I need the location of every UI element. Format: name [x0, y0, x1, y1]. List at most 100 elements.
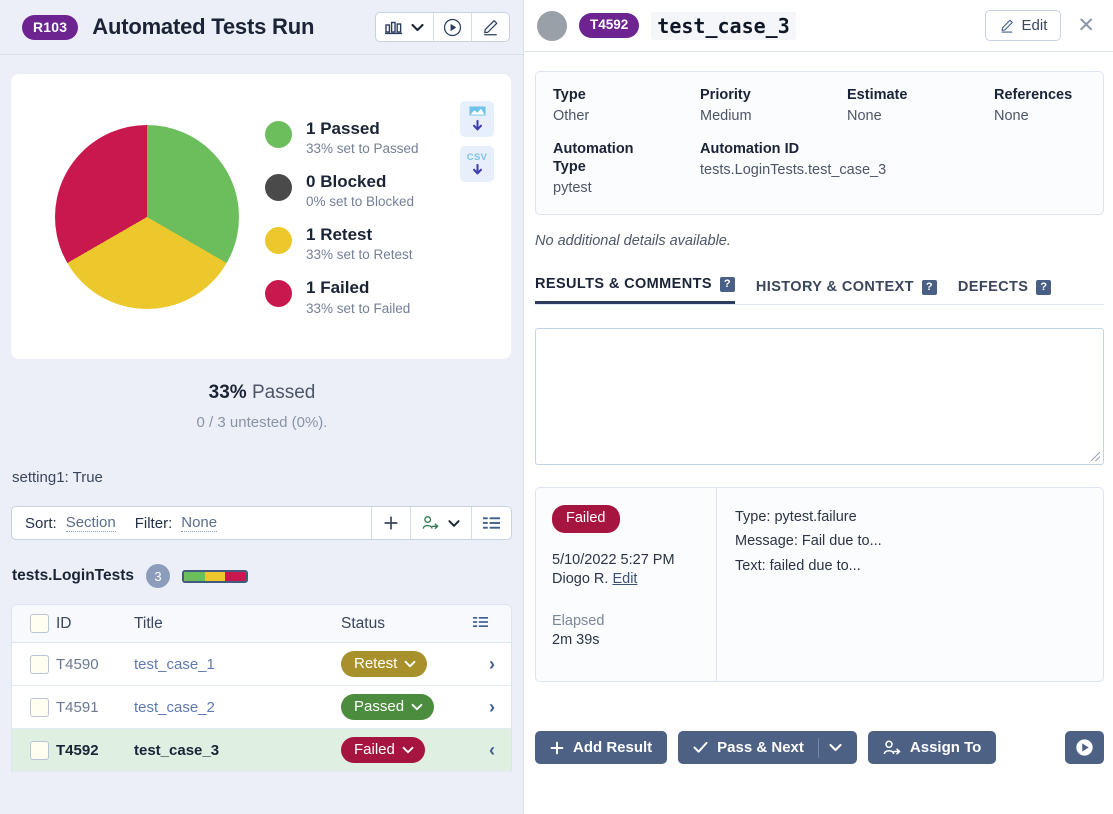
- legend-item: 1 Passed 33% set to Passed: [265, 118, 419, 156]
- assign-to-button[interactable]: Assign To: [868, 731, 996, 764]
- help-icon[interactable]: ?: [922, 280, 937, 295]
- chevron-down-icon: [404, 660, 416, 668]
- pencil-icon: [999, 18, 1015, 34]
- plus-icon: [383, 515, 399, 531]
- bar-chart-icon: [385, 20, 404, 35]
- legend-sub-retest: 33% set to Retest: [306, 247, 413, 262]
- result-meta: Failed 5/10/2022 5:27 PM Diogo R. Edit E…: [536, 488, 717, 681]
- status-dropdown[interactable]: Passed: [341, 694, 434, 720]
- filter-value[interactable]: None: [181, 514, 217, 532]
- resize-handle[interactable]: [1091, 452, 1100, 461]
- result-card: Failed 5/10/2022 5:27 PM Diogo R. Edit E…: [535, 487, 1104, 682]
- run-test-button[interactable]: [1065, 731, 1104, 764]
- pass-and-next-button[interactable]: Pass & Next: [678, 731, 857, 764]
- field-label: Priority: [700, 86, 847, 104]
- field-label: Type: [553, 86, 700, 104]
- add-test-button[interactable]: [371, 507, 410, 539]
- passed-percent: 33%: [209, 382, 247, 403]
- result-line: Text: failed due to...: [735, 554, 1103, 578]
- row-checkbox[interactable]: [30, 655, 49, 674]
- chevron-down-icon[interactable]: [829, 743, 842, 752]
- export-csv-button[interactable]: CSV: [460, 146, 494, 182]
- field-label: Automation Type: [553, 140, 649, 176]
- detail-header: T4592 test_case_3 Edit ✕: [524, 0, 1113, 52]
- field-value: None: [994, 107, 1113, 126]
- row-expand-arrow[interactable]: ›: [473, 686, 511, 729]
- csv-label: CSV: [467, 152, 487, 163]
- run-toolbar: [375, 12, 510, 42]
- select-all-checkbox[interactable]: [30, 614, 49, 633]
- chevron-down-icon: [411, 23, 424, 32]
- row-select-cell: [12, 729, 56, 772]
- legend-label-passed: Passed: [320, 119, 380, 138]
- comment-box[interactable]: [535, 328, 1104, 465]
- header-status[interactable]: Status: [341, 605, 473, 643]
- field-label: References: [994, 86, 1113, 104]
- export-image-button[interactable]: [460, 101, 494, 137]
- tab-defects[interactable]: DEFECTS ?: [958, 279, 1051, 304]
- run-header: R103 Automated Tests Run: [0, 0, 524, 54]
- add-result-button[interactable]: Add Result: [535, 731, 667, 764]
- status-dropdown[interactable]: Retest: [341, 651, 427, 677]
- legend-dot-retest: [265, 227, 292, 254]
- row-title[interactable]: test_case_1: [134, 643, 341, 686]
- result-edit-link[interactable]: Edit: [612, 571, 637, 587]
- download-arrow-icon: [471, 120, 484, 133]
- result-date: 5/10/2022 5:27 PM: [552, 552, 716, 568]
- action-bar: Add Result Pass & Next Assign To: [535, 731, 1104, 764]
- row-collapse-arrow[interactable]: ‹: [473, 729, 511, 772]
- section-name: tests.LoginTests: [12, 567, 134, 585]
- header-id[interactable]: ID: [56, 605, 134, 643]
- chart-view-button[interactable]: [376, 13, 434, 41]
- result-details: Type: pytest.failure Message: Fail due t…: [717, 488, 1103, 681]
- status-label: Retest: [354, 656, 397, 671]
- passed-suffix: Passed: [252, 382, 315, 403]
- row-checkbox[interactable]: [30, 741, 49, 760]
- close-icon[interactable]: ✕: [1073, 13, 1099, 38]
- export-buttons: CSV: [460, 101, 494, 182]
- edit-button[interactable]: Edit: [985, 10, 1062, 41]
- assign-button[interactable]: [410, 507, 471, 539]
- table-row[interactable]: T4592 test_case_3 Failed ‹: [12, 729, 511, 772]
- start-run-button[interactable]: [434, 13, 472, 41]
- sort-value[interactable]: Section: [66, 514, 116, 532]
- column-settings-button[interactable]: [471, 507, 511, 539]
- help-icon[interactable]: ?: [1036, 280, 1051, 295]
- legend-dot-passed: [265, 121, 292, 148]
- legend-sub-blocked: 0% set to Blocked: [306, 194, 414, 209]
- table-row[interactable]: T4590 test_case_1 Retest ›: [12, 643, 511, 686]
- legend-item: 1 Failed 33% set to Failed: [265, 277, 419, 315]
- elapsed-label: Elapsed: [552, 613, 716, 629]
- result-user: Diogo R.: [552, 571, 608, 587]
- field-value: pytest: [553, 179, 700, 198]
- no-details-text: No additional details available.: [535, 233, 1113, 249]
- row-id: T4591: [56, 686, 134, 729]
- legend-label-retest: Retest: [320, 225, 372, 244]
- row-title[interactable]: test_case_2: [134, 686, 341, 729]
- header-columns-button[interactable]: [473, 605, 511, 643]
- edit-run-button[interactable]: [472, 13, 509, 41]
- help-icon[interactable]: ?: [720, 277, 735, 292]
- tab-results-comments[interactable]: RESULTS & COMMENTS ?: [535, 276, 735, 304]
- field-automation-type: Automation Type pytest: [553, 140, 700, 198]
- table-row[interactable]: T4591 test_case_2 Passed ›: [12, 686, 511, 729]
- field-label: Automation ID: [700, 140, 900, 158]
- row-expand-arrow[interactable]: ›: [473, 643, 511, 686]
- tab-history-context[interactable]: HISTORY & CONTEXT ?: [756, 279, 937, 304]
- status-label: Failed: [354, 742, 395, 757]
- row-select-cell: [12, 643, 56, 686]
- run-id-badge: R103: [22, 15, 78, 40]
- legend-dot-blocked: [265, 174, 292, 201]
- legend-item: 1 Retest 33% set to Retest: [265, 224, 419, 262]
- chart-legend: 1 Passed 33% set to Passed 0 Blocked 0% …: [265, 118, 419, 316]
- row-title[interactable]: test_case_3: [134, 729, 341, 772]
- row-checkbox[interactable]: [30, 698, 49, 717]
- summary-chart-card: 1 Passed 33% set to Passed 0 Blocked 0% …: [11, 74, 511, 359]
- header-title[interactable]: Title: [134, 605, 341, 643]
- field-value: Medium: [700, 107, 847, 126]
- status-dropdown[interactable]: Failed: [341, 737, 425, 763]
- filter-label: Filter:: [135, 515, 173, 532]
- play-circle-icon: [443, 18, 462, 37]
- field-priority: Priority Medium: [700, 86, 847, 126]
- passed-summary: 33% Passed: [0, 382, 524, 404]
